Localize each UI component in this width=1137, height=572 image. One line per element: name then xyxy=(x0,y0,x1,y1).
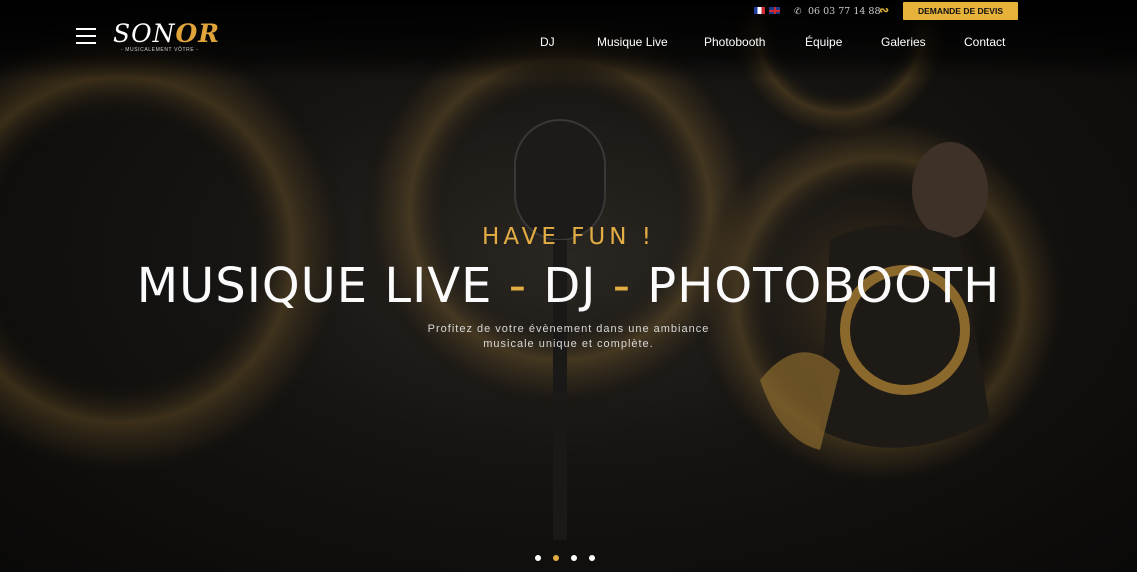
nav-contact[interactable]: Contact xyxy=(964,35,1005,49)
nav-galeries[interactable]: Galeries xyxy=(881,35,926,49)
flag-fr-icon[interactable] xyxy=(754,7,765,14)
headline-part-photobooth: PHOTOBOOTH xyxy=(647,258,1001,314)
logo-wordmark: SONOR xyxy=(113,20,220,48)
nav-equipe[interactable]: Équipe xyxy=(805,35,842,49)
logo[interactable]: SONOR - MUSICALEMENT VÔTRE - xyxy=(113,20,219,54)
quote-request-button[interactable]: DEMANDE DE DEVIS xyxy=(903,2,1018,20)
headline-separator: - xyxy=(508,258,528,314)
phone-number[interactable]: 06 03 77 14 88 xyxy=(808,6,881,17)
hero-tagline: HAVE FUN ! xyxy=(482,224,655,250)
hero-subtitle: Profitez de votre évènement dans une amb… xyxy=(0,322,1137,352)
hero-subtitle-line-2: musicale unique et complète. xyxy=(483,338,654,350)
headline-separator: - xyxy=(612,258,632,314)
slider-dot[interactable] xyxy=(553,555,559,561)
nav-photobooth[interactable]: Photobooth xyxy=(704,35,765,49)
nav-musique-live[interactable]: Musique Live xyxy=(597,35,668,49)
slider-dot[interactable] xyxy=(571,555,577,561)
logo-tagline: - MUSICALEMENT VÔTRE - xyxy=(121,47,199,53)
nav-dj[interactable]: DJ xyxy=(540,35,555,49)
headline-part-live: MUSIQUE LIVE xyxy=(136,258,493,314)
menu-hamburger-icon[interactable] xyxy=(76,28,96,44)
slider-dot[interactable] xyxy=(535,555,541,561)
language-switcher xyxy=(754,7,784,15)
flag-uk-icon[interactable] xyxy=(769,7,780,14)
logo-text-gold: OR xyxy=(175,19,221,48)
slider-dot[interactable] xyxy=(589,555,595,561)
hero-subtitle-line-1: Profitez de votre évènement dans une amb… xyxy=(427,323,710,335)
headline-part-dj: DJ xyxy=(543,258,597,314)
logo-text-white: SON xyxy=(113,19,176,48)
hero-headline: MUSIQUE LIVE - DJ - PHOTOBOOTH xyxy=(0,258,1137,314)
slider-dots xyxy=(535,548,607,566)
phone-icon: ✆ xyxy=(794,6,802,16)
wave-icon: ∾ xyxy=(879,3,890,17)
